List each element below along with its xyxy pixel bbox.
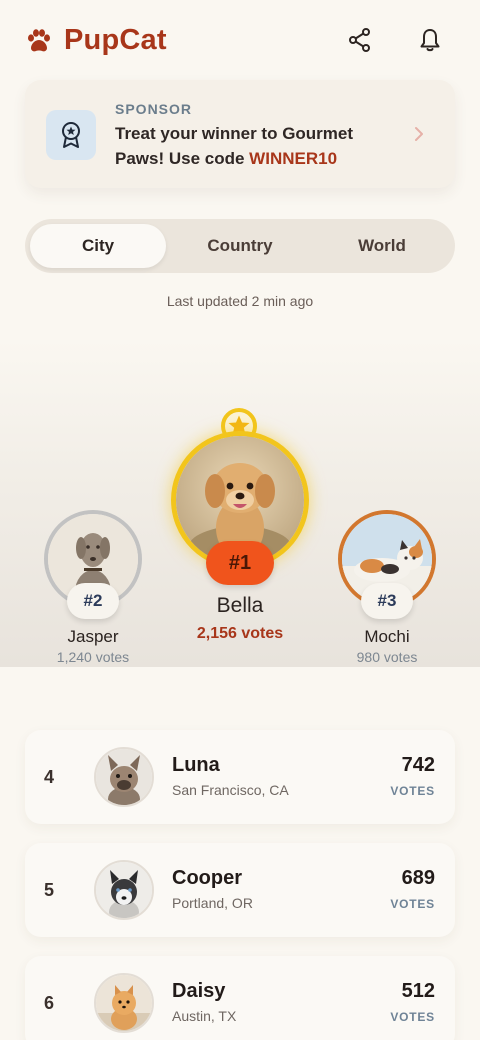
podium-votes-first: 2,156 votes bbox=[196, 625, 284, 642]
tab-country[interactable]: Country bbox=[172, 224, 308, 268]
row-vote-count: 512 bbox=[401, 980, 435, 1002]
row-rank: 4 bbox=[44, 766, 55, 787]
sponsor-card[interactable]: SPONSOR Treat your winner to Gourmet Paw… bbox=[25, 80, 455, 188]
share-icon bbox=[349, 28, 370, 52]
avatar-luna bbox=[94, 747, 154, 807]
leaderboard-row[interactable]: 6 Daisy Austin, TX 512 VOTES bbox=[25, 956, 455, 1040]
husky-photo bbox=[96, 862, 152, 918]
avatar-daisy bbox=[94, 973, 154, 1033]
rank-badge-third: #3 bbox=[361, 583, 413, 619]
paw-icon bbox=[28, 28, 50, 51]
share-button[interactable] bbox=[344, 24, 376, 56]
row-location: Portland, OR bbox=[172, 895, 253, 911]
award-ribbon-icon bbox=[62, 122, 80, 148]
app-header: PupCat bbox=[0, 0, 480, 80]
chevron-right-icon bbox=[415, 127, 423, 141]
row-rank: 5 bbox=[44, 879, 55, 900]
sponsor-badge bbox=[46, 110, 96, 160]
podium-name-second[interactable]: Jasper bbox=[23, 627, 163, 647]
row-location: San Francisco, CA bbox=[172, 782, 289, 798]
podium-votes-second: 1,240 votes bbox=[56, 649, 130, 665]
podium-votes-third: 980 votes bbox=[356, 649, 418, 665]
avatar-cooper bbox=[94, 860, 154, 920]
row-rank: 6 bbox=[44, 992, 55, 1013]
notifications-button[interactable] bbox=[414, 24, 446, 56]
row-vote-count: 742 bbox=[401, 754, 435, 776]
row-vote-label: VOTES bbox=[390, 1010, 435, 1024]
scope-tabs: City Country World bbox=[25, 219, 455, 273]
leaderboard-row[interactable]: 4 Luna San Francisco, CA 742 VOTES bbox=[25, 730, 455, 824]
tab-world[interactable]: World bbox=[314, 224, 450, 268]
app-logo[interactable]: PupCat bbox=[26, 24, 167, 57]
bell-icon bbox=[420, 29, 440, 52]
rank-badge-second: #2 bbox=[67, 583, 119, 619]
row-name: Daisy bbox=[172, 980, 226, 1002]
tab-city[interactable]: City bbox=[30, 224, 166, 268]
pomeranian-photo bbox=[96, 975, 152, 1031]
leaderboard-row[interactable]: 5 Cooper Portland, OR 689 VOTES bbox=[25, 843, 455, 937]
french-bulldog-photo bbox=[96, 749, 152, 805]
row-name: Luna bbox=[172, 754, 220, 776]
row-vote-label: VOTES bbox=[390, 897, 435, 911]
podium-name-third[interactable]: Mochi bbox=[317, 627, 457, 647]
rank-badge-first: #1 bbox=[206, 541, 274, 585]
last-updated: Last updated 2 min ago bbox=[166, 293, 314, 309]
row-location: Austin, TX bbox=[172, 1008, 237, 1024]
podium-name-first[interactable]: Bella bbox=[160, 594, 320, 618]
sponsor-message: Treat your winner to Gourmet Paws! Use c… bbox=[115, 121, 405, 171]
row-name: Cooper bbox=[172, 867, 242, 889]
app-name: PupCat bbox=[64, 24, 167, 56]
sponsor-label: SPONSOR bbox=[115, 101, 193, 117]
row-vote-count: 689 bbox=[401, 867, 435, 889]
promo-code: WINNER10 bbox=[249, 149, 338, 168]
row-vote-label: VOTES bbox=[390, 784, 435, 798]
